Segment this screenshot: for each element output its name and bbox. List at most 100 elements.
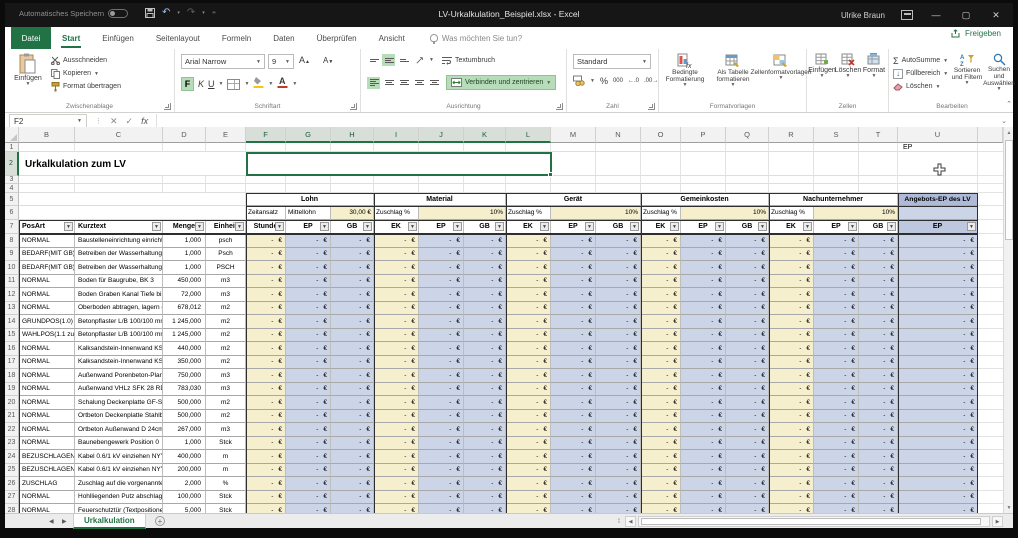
cell-G1[interactable] xyxy=(286,143,331,152)
cell-Q11[interactable]: - € xyxy=(726,274,769,288)
cell-B12[interactable]: NORMAL xyxy=(19,288,75,302)
cell-R23[interactable]: - € xyxy=(769,436,814,450)
cell-M19[interactable]: - € xyxy=(551,382,596,396)
column-header-H[interactable]: H xyxy=(331,127,374,143)
cell-C10[interactable]: Betreiben der Wasserhaltungsar xyxy=(75,261,163,275)
number-format-select[interactable]: Standard ▼ xyxy=(573,54,651,69)
cell-J15[interactable]: - € xyxy=(419,328,464,342)
cell-M21[interactable]: - € xyxy=(551,409,596,423)
cell-C9[interactable]: Betreiben der Wasserhaltungsar xyxy=(75,247,163,261)
cell-Q22[interactable]: - € xyxy=(726,423,769,437)
cell-G19[interactable]: - € xyxy=(286,382,331,396)
cell-E11[interactable]: m3 xyxy=(206,274,246,288)
cell-F27[interactable]: - € xyxy=(246,490,286,504)
row-header-18[interactable]: 18 xyxy=(5,369,19,383)
cell-N11[interactable]: - € xyxy=(596,274,641,288)
comma-style-icon[interactable]: 000 xyxy=(613,78,623,84)
cell-L15[interactable]: - € xyxy=(506,328,551,342)
cell-Q2[interactable] xyxy=(726,152,769,176)
namebox-splitter-icon[interactable]: ⋮ xyxy=(95,117,102,125)
horizontal-scrollbar[interactable]: ⁞⁞ ◀ ▶ xyxy=(618,516,1003,527)
cell-K16[interactable]: - € xyxy=(464,342,506,356)
header-cell-K7[interactable]: GB ▼ xyxy=(464,220,506,234)
cell-N22[interactable]: - € xyxy=(596,423,641,437)
cell-U14[interactable]: - € xyxy=(898,315,978,329)
cell-B17[interactable]: NORMAL xyxy=(19,355,75,369)
cell-O20[interactable]: - € xyxy=(641,396,681,410)
cell-G16[interactable]: - € xyxy=(286,342,331,356)
fill-handle[interactable] xyxy=(548,172,553,177)
cell-U28[interactable]: - € xyxy=(898,504,978,513)
cell-S13[interactable]: - € xyxy=(814,301,859,315)
cell-P27[interactable]: - € xyxy=(681,490,726,504)
cell-S22[interactable]: - € xyxy=(814,423,859,437)
cell-I10[interactable]: - € xyxy=(374,261,419,275)
cell-Q27[interactable]: - € xyxy=(726,490,769,504)
cell-H14[interactable]: - € xyxy=(331,315,374,329)
header-cell-P7[interactable]: EP ▼ xyxy=(681,220,726,234)
cell-R21[interactable]: - € xyxy=(769,409,814,423)
cell-R12[interactable]: - € xyxy=(769,288,814,302)
cell-G15[interactable]: - € xyxy=(286,328,331,342)
cell-O15[interactable]: - € xyxy=(641,328,681,342)
scroll-right-icon[interactable]: ▶ xyxy=(992,516,1003,527)
bold-button[interactable]: F xyxy=(181,77,194,91)
column-header-R[interactable]: R xyxy=(769,127,814,143)
cell-Q1[interactable] xyxy=(726,143,769,152)
group-header-angebots-ep-des-lv[interactable]: Angebots-EP des LV xyxy=(898,193,978,206)
column-header-P[interactable]: P xyxy=(681,127,726,143)
cell-U20[interactable]: - € xyxy=(898,396,978,410)
cell-I25[interactable]: - € xyxy=(374,463,419,477)
cell-I22[interactable]: - € xyxy=(374,423,419,437)
cell-B25[interactable]: BEZUSCHLAGEN xyxy=(19,463,75,477)
cell-K13[interactable]: - € xyxy=(464,301,506,315)
align-right-icon[interactable] xyxy=(397,77,410,89)
cell-H18[interactable]: - € xyxy=(331,369,374,383)
column-header-T[interactable]: T xyxy=(859,127,898,143)
row-header-5[interactable]: 5 xyxy=(5,193,19,206)
cell-D18[interactable]: 750,000 xyxy=(163,369,206,383)
cell-D8[interactable]: 1,000 xyxy=(163,234,206,248)
cell-M10[interactable]: - € xyxy=(551,261,596,275)
cell-Q4[interactable] xyxy=(726,184,769,193)
cell-zuschlag-value-2[interactable]: 10% xyxy=(681,206,769,220)
cell-S12[interactable]: - € xyxy=(814,288,859,302)
cancel-entry-icon[interactable]: ✕ xyxy=(110,116,118,127)
cell-R18[interactable]: - € xyxy=(769,369,814,383)
cell-G4[interactable] xyxy=(286,184,331,193)
cell-H4[interactable] xyxy=(331,184,374,193)
cell-T11[interactable]: - € xyxy=(859,274,898,288)
scroll-down-icon[interactable]: ▼ xyxy=(1004,502,1014,513)
cell-B4[interactable] xyxy=(19,184,75,193)
cell-T12[interactable]: - € xyxy=(859,288,898,302)
cell-S16[interactable]: - € xyxy=(814,342,859,356)
cell-K26[interactable]: - € xyxy=(464,477,506,491)
cell-J25[interactable]: - € xyxy=(419,463,464,477)
cell-N20[interactable]: - € xyxy=(596,396,641,410)
cell-J3[interactable] xyxy=(419,176,464,184)
cell-L4[interactable] xyxy=(506,184,551,193)
cell-M11[interactable]: - € xyxy=(551,274,596,288)
cell-E20[interactable]: m2 xyxy=(206,396,246,410)
cell-P13[interactable]: - € xyxy=(681,301,726,315)
cell-K3[interactable] xyxy=(464,176,506,184)
cell-G24[interactable]: - € xyxy=(286,450,331,464)
cell-F26[interactable]: - € xyxy=(246,477,286,491)
cell-M9[interactable]: - € xyxy=(551,247,596,261)
header-cell-T7[interactable]: GB ▼ xyxy=(859,220,898,234)
cell-C23[interactable]: Baunebengewerk Position 0 xyxy=(75,436,163,450)
cell-E23[interactable]: Stck xyxy=(206,436,246,450)
cell-B9[interactable]: BEDARF(MIT GB) xyxy=(19,247,75,261)
filter-button-T[interactable]: ▼ xyxy=(887,222,896,231)
cell-O25[interactable]: - € xyxy=(641,463,681,477)
cell-G20[interactable]: - € xyxy=(286,396,331,410)
cell-I27[interactable]: - € xyxy=(374,490,419,504)
cell-N4[interactable] xyxy=(596,184,641,193)
cell-B5[interactable] xyxy=(19,193,246,206)
cell-L21[interactable]: - € xyxy=(506,409,551,423)
share-button[interactable]: Freigeben xyxy=(951,29,1001,38)
cell-U27[interactable]: - € xyxy=(898,490,978,504)
filter-button-I[interactable]: ▼ xyxy=(408,222,417,231)
row-header-3[interactable]: 3 xyxy=(5,176,19,184)
cell-O28[interactable]: - € xyxy=(641,504,681,513)
